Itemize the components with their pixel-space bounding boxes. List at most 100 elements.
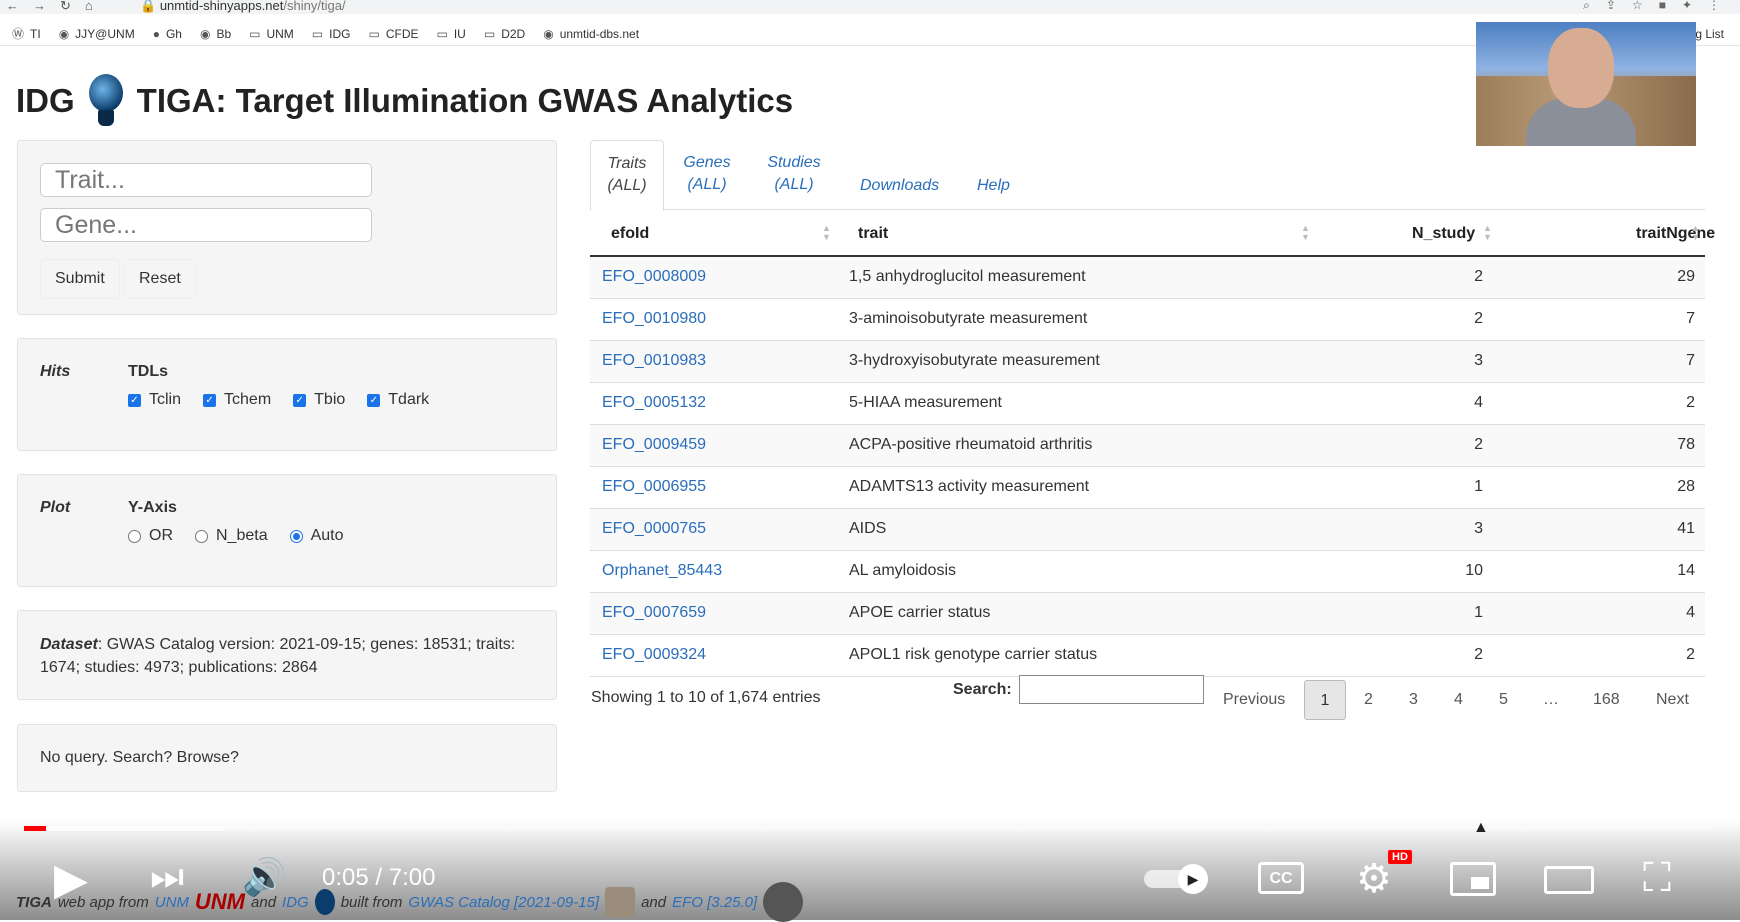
column-header-traitngene[interactable]: traitNgene xyxy=(1636,225,1715,243)
gene-input[interactable]: Gene... xyxy=(40,208,372,242)
radio-icon[interactable] xyxy=(195,529,208,543)
star-icon[interactable]: ☆ xyxy=(1632,0,1643,13)
cell-efoid[interactable]: EFO_0010983 xyxy=(602,352,706,370)
fullscreen-icon[interactable]: ⛶ xyxy=(1643,856,1671,901)
radio-icon[interactable] xyxy=(128,529,141,543)
table-body: EFO_0008009 1,5 anhydroglucitol measureme… xyxy=(590,257,1705,677)
bookmark-item[interactable]: ▭ UNM xyxy=(249,27,294,41)
bookmark-item[interactable]: Ⓦ TI xyxy=(12,25,41,42)
reset-button[interactable]: Reset xyxy=(124,259,196,299)
next-icon[interactable]: ⏭ xyxy=(150,856,184,899)
cell-efoid[interactable]: EFO_0005132 xyxy=(602,394,706,412)
play-icon[interactable]: ▶ xyxy=(54,854,88,905)
tab-traits[interactable]: Traits (ALL) xyxy=(590,140,664,211)
cell-efoid[interactable]: EFO_0008009 xyxy=(602,268,706,286)
trait-input[interactable]: Trait... xyxy=(40,163,372,197)
checkbox-checked-icon[interactable]: ✓ xyxy=(203,393,217,407)
bookmark-item[interactable]: ▭ IDG xyxy=(312,27,351,41)
pager-page[interactable]: 2 xyxy=(1364,680,1373,720)
sort-icon[interactable]: ▲ ▼ xyxy=(1691,224,1700,242)
pager-page[interactable]: 4 xyxy=(1454,680,1463,720)
share-icon[interactable]: ⇪ xyxy=(1606,0,1616,13)
tab-studies[interactable]: Studies (ALL) xyxy=(766,152,822,196)
checkbox-checked-icon[interactable]: ✓ xyxy=(293,393,307,407)
cell-trait: 3-hydroxyisobutyrate measurement xyxy=(849,352,1100,369)
extension-icon[interactable]: ■ xyxy=(1659,0,1666,13)
tab-downloads[interactable]: Downloads xyxy=(860,175,939,197)
miniplayer-icon[interactable] xyxy=(1450,862,1496,896)
cell-efoid[interactable]: EFO_0009324 xyxy=(602,646,706,664)
cell-traitngene: 29 xyxy=(1677,268,1695,285)
unm-logo-icon: UNM xyxy=(194,889,246,914)
tab-help[interactable]: Help xyxy=(977,175,1010,197)
bookmark-item[interactable]: ▭ D2D xyxy=(484,27,525,41)
submit-button[interactable]: Submit xyxy=(40,259,120,299)
cell-efoid[interactable]: Orphanet_85443 xyxy=(602,562,722,580)
app-title: TIGA: Target Illumination GWAS Analytics xyxy=(136,82,794,119)
pager-previous[interactable]: Previous xyxy=(1223,680,1285,720)
cell-trait: APOE carrier status xyxy=(849,604,991,621)
radio-nbeta[interactable]: N_beta xyxy=(195,527,268,545)
autoplay-toggle[interactable]: ▶ xyxy=(1144,864,1216,894)
tdl-tdark[interactable]: ✓ Tdark xyxy=(367,391,429,409)
tab-genes[interactable]: Genes (ALL) xyxy=(682,152,732,196)
checkbox-checked-icon[interactable]: ✓ xyxy=(367,393,381,407)
cell-efoid[interactable]: EFO_0000765 xyxy=(602,520,706,538)
bookmark-item[interactable]: ◉ Bb xyxy=(200,27,231,41)
bookmark-item[interactable]: ◉ JJY@UNM xyxy=(59,27,135,41)
radio-or[interactable]: OR xyxy=(128,527,173,545)
settings-gear-icon[interactable]: ⚙ xyxy=(1356,856,1392,902)
back-icon[interactable]: ← xyxy=(6,0,19,14)
cell-nstudy: 10 xyxy=(1465,562,1483,579)
zoom-icon[interactable]: ⌕ xyxy=(1583,0,1590,13)
tdl-tchem[interactable]: ✓ Tchem xyxy=(203,391,271,409)
folder-icon: ▭ xyxy=(368,26,380,41)
checkbox-checked-icon[interactable]: ✓ xyxy=(128,393,141,407)
table-search-input[interactable] xyxy=(1019,675,1204,704)
efo-logo-icon xyxy=(763,882,804,922)
pager-page[interactable]: 5 xyxy=(1499,680,1508,720)
video-progress-bar[interactable] xyxy=(24,826,1712,831)
sort-icon[interactable]: ▲ ▼ xyxy=(1483,224,1492,242)
cell-nstudy: 2 xyxy=(1474,268,1483,285)
tdl-tbio[interactable]: ✓ Tbio xyxy=(293,391,345,409)
pager-page[interactable]: 168 xyxy=(1593,680,1620,720)
cell-efoid[interactable]: EFO_0009459 xyxy=(602,436,706,454)
home-icon[interactable]: ⌂ xyxy=(85,0,93,14)
cell-efoid[interactable]: EFO_0007659 xyxy=(602,604,706,622)
radio-auto[interactable]: Auto xyxy=(289,527,344,545)
puzzle-icon[interactable]: ✦ xyxy=(1682,0,1692,13)
menu-icon[interactable]: ⋮ xyxy=(1708,0,1720,13)
column-header-nstudy[interactable]: N_study xyxy=(1412,225,1475,243)
bookmark-item[interactable]: ◉ unmtid-dbs.net xyxy=(543,27,639,41)
browser-toolbar: ← → ↻ ⌂ 🔒 unmtid-shinyapps.net/shiny/tig… xyxy=(0,0,1740,14)
column-header-trait[interactable]: trait xyxy=(858,225,888,243)
theater-mode-icon[interactable] xyxy=(1544,866,1594,894)
cell-efoid[interactable]: EFO_0010980 xyxy=(602,310,706,328)
radio-selected-icon[interactable] xyxy=(289,529,303,543)
cell-efoid[interactable]: EFO_0006955 xyxy=(602,478,706,496)
link-gwas[interactable]: GWAS Catalog [2021-09-15] xyxy=(408,894,599,911)
reload-icon[interactable]: ↻ xyxy=(60,0,71,14)
address-bar[interactable]: 🔒 unmtid-shinyapps.net/shiny/tiga/ xyxy=(140,0,346,14)
pager-page[interactable]: 3 xyxy=(1409,680,1418,720)
reading-list[interactable]: g List xyxy=(1695,27,1724,41)
column-header-efoid[interactable]: efoId xyxy=(611,225,649,243)
pager-page-current[interactable]: 1 xyxy=(1304,680,1346,720)
bookmark-item[interactable]: ● Gh xyxy=(153,27,182,41)
sort-icon[interactable]: ▲ ▼ xyxy=(822,224,831,242)
captions-icon[interactable]: CC xyxy=(1258,862,1304,894)
dataset-info: Dataset: GWAS Catalog version: 2021-09-1… xyxy=(40,633,530,679)
bookmark-item[interactable]: ▭ IU xyxy=(437,27,466,41)
forward-icon[interactable]: → xyxy=(33,0,46,14)
pager-next[interactable]: Next xyxy=(1656,680,1689,720)
volume-icon[interactable]: 🔊 xyxy=(242,856,287,898)
sort-icon[interactable]: ▲ ▼ xyxy=(1301,224,1310,242)
cell-nstudy: 1 xyxy=(1474,478,1483,495)
link-efo[interactable]: EFO [3.25.0] xyxy=(672,894,757,911)
cell-traitngene: 7 xyxy=(1686,352,1695,369)
tdl-tclin[interactable]: ✓ Tclin xyxy=(128,391,181,409)
bookmark-item[interactable]: ▭ CFDE xyxy=(368,27,418,41)
cell-trait: APOL1 risk genotype carrier status xyxy=(849,646,1098,663)
table-row: EFO_0010980 3-aminoisobutyrate measuremen… xyxy=(590,299,1705,341)
